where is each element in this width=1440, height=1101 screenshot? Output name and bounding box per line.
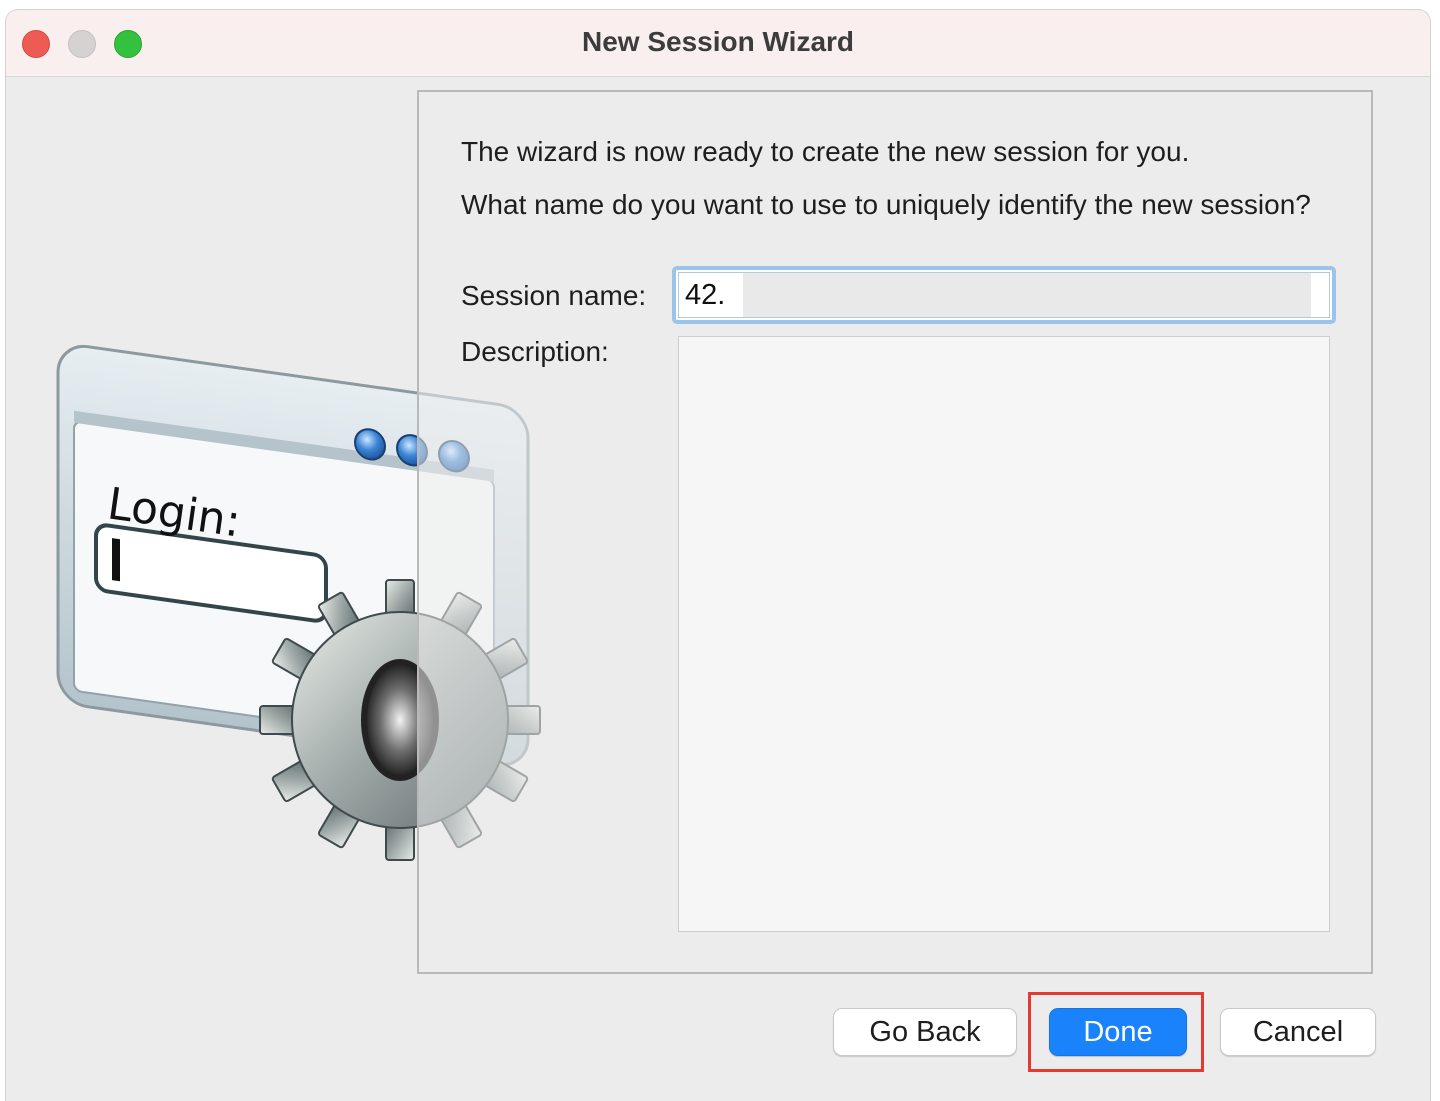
window-title: New Session Wizard [581,26,855,57]
session-name-focus-ring [672,266,1336,324]
session-name-question: What name do you want to use to uniquely… [461,189,1311,220]
session-name-label: Session name: [461,280,647,311]
session-name-input[interactable] [678,272,1330,318]
description-label: Description: [461,336,609,367]
intro-text: The wizard is now ready to create the ne… [461,136,1190,167]
description-textarea[interactable] [678,336,1330,932]
go-back-button[interactable]: Go Back [833,1008,1017,1056]
title-bar: New Session Wizard [6,10,1430,77]
done-highlight-box [1028,992,1204,1072]
cancel-button[interactable]: Cancel [1220,1008,1376,1056]
